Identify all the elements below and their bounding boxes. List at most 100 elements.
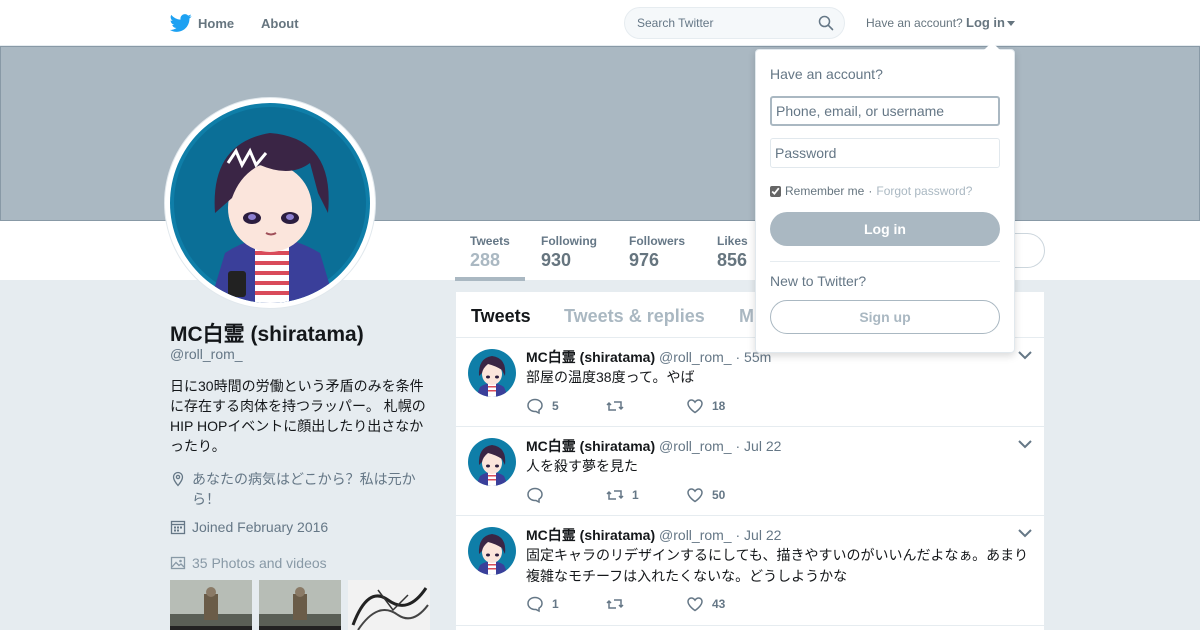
- dropdown-heading: Have an account?: [770, 66, 883, 82]
- chevron-down-icon[interactable]: [1018, 439, 1032, 449]
- tweet-text: 固定キャラのリデザインするにしても、描きやすいのがいいんだよなぁ。あまり複雑なモ…: [526, 547, 1029, 584]
- chevron-down-icon[interactable]: [1018, 528, 1032, 538]
- like-button[interactable]: 50: [686, 486, 766, 504]
- reply-button[interactable]: 5: [526, 397, 606, 415]
- avatar-illustration: [170, 103, 370, 303]
- like-count: 18: [712, 399, 726, 413]
- tweet-avatar[interactable]: [468, 349, 516, 397]
- divider: [770, 261, 1000, 262]
- password-field[interactable]: [770, 138, 1000, 168]
- tweet-author-handle[interactable]: @roll_rom_: [659, 527, 732, 543]
- search-box: [624, 7, 845, 39]
- profile-bio: 日に30時間の労働という矛盾のみを条件に存在する肉体を持つラッパー。 札幌のHI…: [170, 378, 426, 454]
- retweet-button[interactable]: [606, 595, 686, 613]
- stat-followers[interactable]: Followers 976: [629, 234, 685, 271]
- search-input[interactable]: [625, 8, 805, 38]
- retweet-button[interactable]: 1: [606, 486, 686, 504]
- remember-me-checkbox[interactable]: [770, 185, 781, 197]
- like-count: 50: [712, 488, 726, 502]
- retweet-button[interactable]: [606, 397, 686, 415]
- photo-icon: [170, 556, 186, 570]
- login-button[interactable]: Log in: [770, 212, 1000, 246]
- top-bar: Home About Have an account? Log in: [0, 0, 1200, 46]
- username-field[interactable]: [770, 96, 1000, 126]
- dropdown-arrow: [984, 42, 1000, 50]
- nav-about[interactable]: About: [261, 16, 299, 31]
- tweet-header: MC白霊 (shiratama) @roll_rom_ · Jul 22: [526, 436, 781, 456]
- tweet-author-handle[interactable]: @roll_rom_: [659, 438, 732, 454]
- retweet-icon: [606, 401, 624, 411]
- media-thumbnails: [170, 580, 430, 630]
- account-question: Have an account?: [866, 16, 963, 30]
- tab-tweets[interactable]: Tweets: [471, 306, 531, 327]
- stat-label: Likes: [717, 234, 748, 248]
- reply-button[interactable]: 1: [526, 595, 606, 613]
- stat-value: 856: [717, 250, 748, 270]
- reply-icon: [527, 398, 543, 415]
- profile-location: あなたの病気はどこから？私は元から！: [170, 469, 432, 509]
- chevron-down-icon[interactable]: [1018, 350, 1032, 360]
- separator-dot: ·: [868, 184, 873, 198]
- reply-count: 5: [552, 399, 559, 413]
- tweet-author-handle[interactable]: @roll_rom_: [659, 349, 732, 365]
- retweet-icon: [606, 599, 624, 609]
- tweet-text: 人を殺す夢を見た: [526, 458, 638, 474]
- retweet-icon: [606, 490, 624, 500]
- twitter-bird-icon: [170, 14, 192, 32]
- stat-label: Followers: [629, 234, 686, 248]
- tab-tweets-replies[interactable]: Tweets & replies: [564, 306, 705, 327]
- login-dropdown-toggle[interactable]: Log in: [966, 15, 1015, 30]
- tweet-text: 部屋の温度38度って。やば: [526, 369, 695, 385]
- tweet-actions: 1 50: [526, 486, 766, 504]
- tweet-author-name[interactable]: MC白霊 (shiratama): [526, 527, 655, 543]
- profile-name[interactable]: MC白霊 (shiratama): [170, 318, 364, 348]
- media-thumbnail[interactable]: [348, 580, 430, 630]
- tweet-author-name[interactable]: MC白霊 (shiratama): [526, 438, 655, 454]
- calendar-icon: [170, 520, 186, 535]
- reply-icon: [527, 596, 543, 613]
- forgot-password-link[interactable]: Forgot password?: [876, 184, 972, 198]
- remember-me-label[interactable]: Remember me: [785, 184, 864, 198]
- caret-down-icon: [1007, 21, 1015, 27]
- profile-joined: Joined February 2016: [170, 517, 328, 537]
- new-to-twitter-text: New to Twitter?: [770, 273, 867, 289]
- profile-avatar[interactable]: [165, 98, 375, 308]
- tweet-timestamp[interactable]: · Jul 22: [736, 527, 782, 543]
- stat-likes[interactable]: Likes 856: [717, 234, 748, 271]
- tweet-header: MC白霊 (shiratama) @roll_rom_ · 55m: [526, 347, 771, 367]
- tweet-author-name[interactable]: MC白霊 (shiratama): [526, 349, 655, 365]
- photos-videos-link[interactable]: 35 Photos and videos: [170, 553, 327, 573]
- like-button[interactable]: 18: [686, 397, 766, 415]
- stat-value: 930: [541, 250, 572, 270]
- heart-icon: [687, 597, 703, 612]
- tab-media[interactable]: M: [739, 306, 754, 327]
- stat-tweets[interactable]: Tweets 288: [455, 234, 525, 281]
- heart-icon: [687, 488, 703, 503]
- tweet-header: MC白霊 (shiratama) @roll_rom_ · Jul 22: [526, 525, 781, 545]
- media-thumbnail[interactable]: [170, 580, 252, 630]
- like-button[interactable]: 43: [686, 595, 766, 613]
- tweet-avatar[interactable]: [468, 438, 516, 486]
- location-pin-icon: [172, 471, 184, 487]
- profile-handle[interactable]: @roll_rom_: [170, 346, 243, 362]
- reply-button[interactable]: [526, 486, 606, 504]
- stat-following[interactable]: Following 930: [541, 234, 597, 271]
- stat-value: 976: [629, 250, 660, 270]
- tweet-timestamp[interactable]: · Jul 22: [736, 438, 782, 454]
- retweet-count: 1: [632, 488, 639, 502]
- reply-icon: [527, 487, 543, 504]
- stat-label: Tweets: [470, 234, 510, 248]
- remember-me-row: Remember me · Forgot password?: [770, 184, 972, 198]
- search-icon[interactable]: [818, 15, 834, 31]
- nav-home[interactable]: Home: [170, 12, 234, 34]
- login-toggle-label: Log in: [966, 15, 1005, 30]
- nav-home-label: Home: [198, 15, 235, 31]
- signup-button[interactable]: Sign up: [770, 300, 1000, 334]
- stat-value: 288: [470, 250, 501, 270]
- login-dropdown: Have an account? Remember me · Forgot pa…: [755, 42, 1015, 353]
- media-thumbnail[interactable]: [259, 580, 341, 630]
- tweet-avatar[interactable]: [468, 527, 516, 575]
- reply-count: 1: [552, 597, 559, 611]
- tweet-actions: 1 43: [526, 595, 766, 613]
- heart-icon: [687, 399, 703, 414]
